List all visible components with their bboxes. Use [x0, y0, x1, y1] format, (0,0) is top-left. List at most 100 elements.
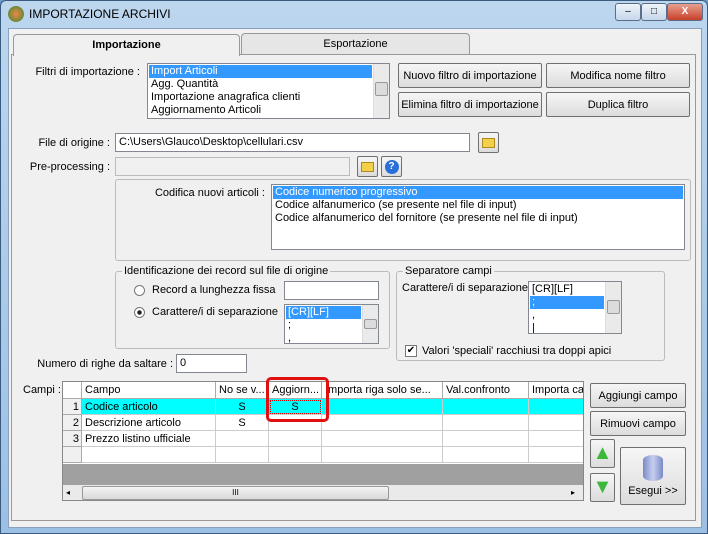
grid-cell[interactable]: [443, 415, 529, 431]
grid-cell[interactable]: [443, 431, 529, 447]
identification-title: Identificazione dei record sul file di o…: [122, 265, 331, 277]
window-title: IMPORTAZIONE ARCHIVI: [29, 7, 171, 21]
preprocessing-folder-button[interactable]: [357, 156, 378, 177]
coding-list[interactable]: Codice numerico progressivo Codice alfan…: [271, 184, 685, 250]
scrollbar[interactable]: [373, 64, 389, 118]
rename-filter-button[interactable]: Modifica nome filtro: [546, 63, 690, 88]
grid-corner: [63, 382, 82, 399]
grid-cell[interactable]: [529, 415, 583, 431]
scrollbar[interactable]: [362, 305, 378, 343]
row-header[interactable]: 1: [63, 399, 82, 415]
row-header[interactable]: 2: [63, 415, 82, 431]
execute-label: Esegui >>: [628, 485, 678, 497]
grid-cell[interactable]: S: [216, 399, 269, 415]
fields-label: Campi :: [23, 384, 61, 396]
fixed-length-radio[interactable]: [134, 285, 145, 296]
list-item[interactable]: Import Articoli: [149, 65, 372, 78]
grid-cell[interactable]: [322, 431, 443, 447]
skip-rows-label: Numero di righe da saltare :: [37, 358, 173, 370]
list-item[interactable]: Agg. Quantità: [149, 78, 388, 91]
list-item[interactable]: Importazione anagrafica clienti: [149, 91, 388, 104]
separator-label: Carattere/i di separazione: [402, 282, 528, 294]
maximize-button[interactable]: □: [641, 3, 667, 21]
column-header[interactable]: Importa ca: [529, 382, 583, 399]
arrow-down-icon: ▼: [592, 476, 613, 498]
grid-cell[interactable]: [216, 431, 269, 447]
separator-radio[interactable]: [134, 307, 145, 318]
scroll-grip: III: [232, 488, 239, 497]
row-header[interactable]: 3: [63, 431, 82, 447]
grid-cell[interactable]: [216, 447, 269, 463]
source-file-label: File di origine :: [38, 137, 110, 149]
grid-cell[interactable]: [322, 399, 443, 415]
folder-icon: [482, 137, 495, 148]
grid-cell[interactable]: [269, 431, 322, 447]
remove-field-button[interactable]: Rimuovi campo: [590, 411, 686, 436]
minimize-button[interactable]: –: [615, 3, 641, 21]
help-icon: ?: [384, 159, 399, 174]
grid-cell[interactable]: [82, 447, 216, 463]
help-button[interactable]: ?: [381, 156, 402, 177]
window: IMPORTAZIONE ARCHIVI – □ X Importazione …: [0, 0, 708, 534]
list-item[interactable]: ;: [530, 296, 604, 309]
add-field-button[interactable]: Aggiungi campo: [590, 383, 686, 408]
delete-filter-button[interactable]: Elimina filtro di importazione: [398, 92, 542, 117]
separator-radio-label: Carattere/i di separazione: [152, 306, 278, 318]
grid-cell[interactable]: [443, 399, 529, 415]
database-icon: [643, 455, 663, 481]
record-separator-list[interactable]: [CR][LF] ; ,: [284, 304, 379, 344]
grid-cell[interactable]: [322, 447, 443, 463]
grid-cell[interactable]: Codice articolo: [82, 399, 216, 415]
new-filter-button[interactable]: Nuovo filtro di importazione: [398, 63, 542, 88]
tab-esportazione[interactable]: Esportazione: [241, 33, 470, 54]
row-header[interactable]: [63, 447, 82, 463]
column-header[interactable]: Val.confronto: [443, 382, 529, 399]
skip-rows-input[interactable]: 0: [176, 354, 247, 373]
execute-button[interactable]: Esegui >>: [620, 447, 686, 505]
scrollbar[interactable]: [605, 282, 621, 333]
preprocessing-input[interactable]: [115, 157, 350, 176]
scroll-right-icon[interactable]: ▸: [571, 488, 575, 497]
browse-folder-button[interactable]: [478, 132, 499, 153]
app-icon: [8, 6, 24, 22]
fixed-length-input[interactable]: [284, 281, 379, 300]
folder-icon: [361, 161, 374, 172]
grid-cell[interactable]: [529, 447, 583, 463]
fixed-length-label: Record a lunghezza fissa: [152, 284, 276, 296]
quote-label: Valori 'speciali' racchiusi tra doppi ap…: [422, 345, 612, 357]
title-bar: IMPORTAZIONE ARCHIVI – □ X: [1, 1, 707, 28]
column-header[interactable]: No se v...: [216, 382, 269, 399]
field-separator-list[interactable]: [CR][LF] ; , |: [528, 281, 622, 334]
move-down-button[interactable]: ▼: [590, 473, 615, 502]
grid-cell[interactable]: [529, 431, 583, 447]
scroll-left-icon[interactable]: ◂: [66, 488, 70, 497]
list-item[interactable]: [CR][LF]: [286, 306, 361, 319]
scroll-thumb[interactable]: III: [82, 486, 389, 500]
horizontal-scrollbar[interactable]: ◂ III ▸: [63, 485, 583, 500]
tab-importazione[interactable]: Importazione: [13, 34, 240, 56]
coding-label: Codifica nuovi articoli :: [154, 187, 265, 199]
source-file-input[interactable]: C:\Users\Glauco\Desktop\cellulari.csv: [115, 133, 470, 152]
column-header[interactable]: Campo: [82, 382, 216, 399]
grid-cell[interactable]: Prezzo listino ufficiale: [82, 431, 216, 447]
grid-cell[interactable]: [529, 399, 583, 415]
grid-cell[interactable]: [322, 415, 443, 431]
separator-title: Separatore campi: [403, 265, 494, 277]
duplicate-filter-button[interactable]: Duplica filtro: [546, 92, 690, 117]
close-button[interactable]: X: [667, 3, 703, 21]
list-item[interactable]: Codice alfanumerico del fornitore (se pr…: [273, 212, 683, 225]
list-item[interactable]: Codice numerico progressivo: [273, 186, 683, 199]
filters-list[interactable]: Import Articoli Agg. Quantità Importazio…: [147, 63, 390, 119]
arrow-up-icon: ▲: [592, 442, 613, 464]
preprocessing-label: Pre-processing :: [29, 161, 110, 173]
move-up-button[interactable]: ▲: [590, 439, 615, 468]
list-item[interactable]: Aggiornamento Articoli: [149, 104, 388, 117]
quote-checkbox[interactable]: ✔: [405, 345, 417, 357]
grid-cell[interactable]: [269, 447, 322, 463]
grid-cell[interactable]: S: [216, 415, 269, 431]
grid-cell[interactable]: Descrizione articolo: [82, 415, 216, 431]
column-header[interactable]: Importa riga solo se...: [322, 382, 443, 399]
grid-cell[interactable]: [443, 447, 529, 463]
list-item[interactable]: Codice alfanumerico (se presente nel fil…: [273, 199, 683, 212]
filters-label: Filtri di importazione :: [35, 66, 140, 78]
